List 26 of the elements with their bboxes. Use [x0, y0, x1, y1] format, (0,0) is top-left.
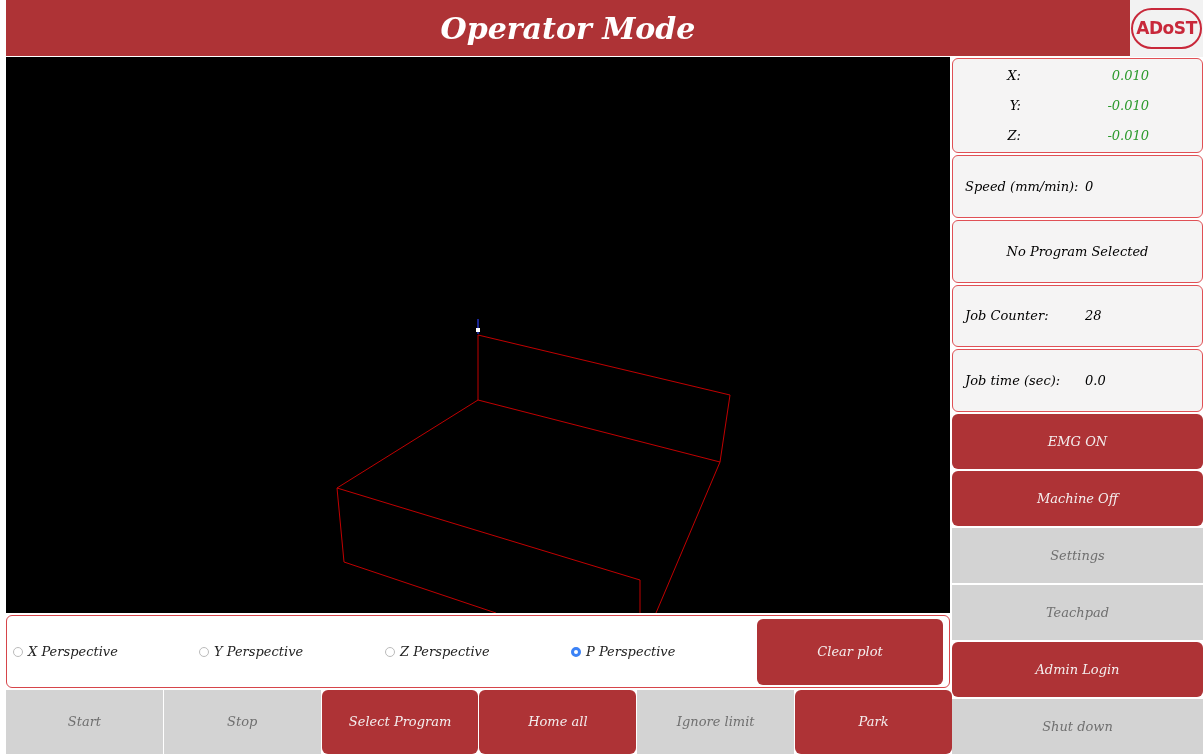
- radio-option[interactable]: Y Perspective: [199, 642, 385, 662]
- program-status: No Program Selected: [1005, 242, 1150, 261]
- radio-option[interactable]: Z Perspective: [385, 642, 571, 662]
- window-title: Operator Mode: [440, 9, 696, 48]
- info-value: 0: [1085, 178, 1094, 197]
- axis-value: 0.010: [1110, 67, 1149, 86]
- logo-text: ADoST: [1131, 7, 1202, 50]
- info-label: Job Counter:: [965, 307, 1050, 326]
- radio-option[interactable]: P Perspective: [571, 642, 757, 662]
- axis-label: Y:: [1008, 96, 1021, 115]
- axis-value: -0.010: [1106, 126, 1149, 145]
- info-value: 28: [1085, 307, 1102, 326]
- clear-plot-button[interactable]: Clear plot: [757, 618, 943, 685]
- info-label: Job time (sec):: [965, 371, 1062, 390]
- action-button[interactable]: Park: [795, 690, 952, 754]
- axis-label: X:: [1005, 67, 1021, 86]
- info-label: Speed (mm/min):: [965, 178, 1080, 197]
- action-button[interactable]: Select Program: [321, 690, 479, 754]
- action-button[interactable]: Machine Off: [952, 471, 1203, 527]
- radio-option[interactable]: X Perspective: [13, 642, 199, 662]
- info-value: 0.0: [1085, 371, 1106, 390]
- action-button[interactable]: Admin Login: [952, 642, 1203, 698]
- action-button[interactable]: Home all: [479, 690, 637, 754]
- axis-label: Z:: [1006, 126, 1021, 145]
- action-button[interactable]: EMG ON: [952, 414, 1203, 470]
- axis-value: -0.010: [1106, 96, 1149, 115]
